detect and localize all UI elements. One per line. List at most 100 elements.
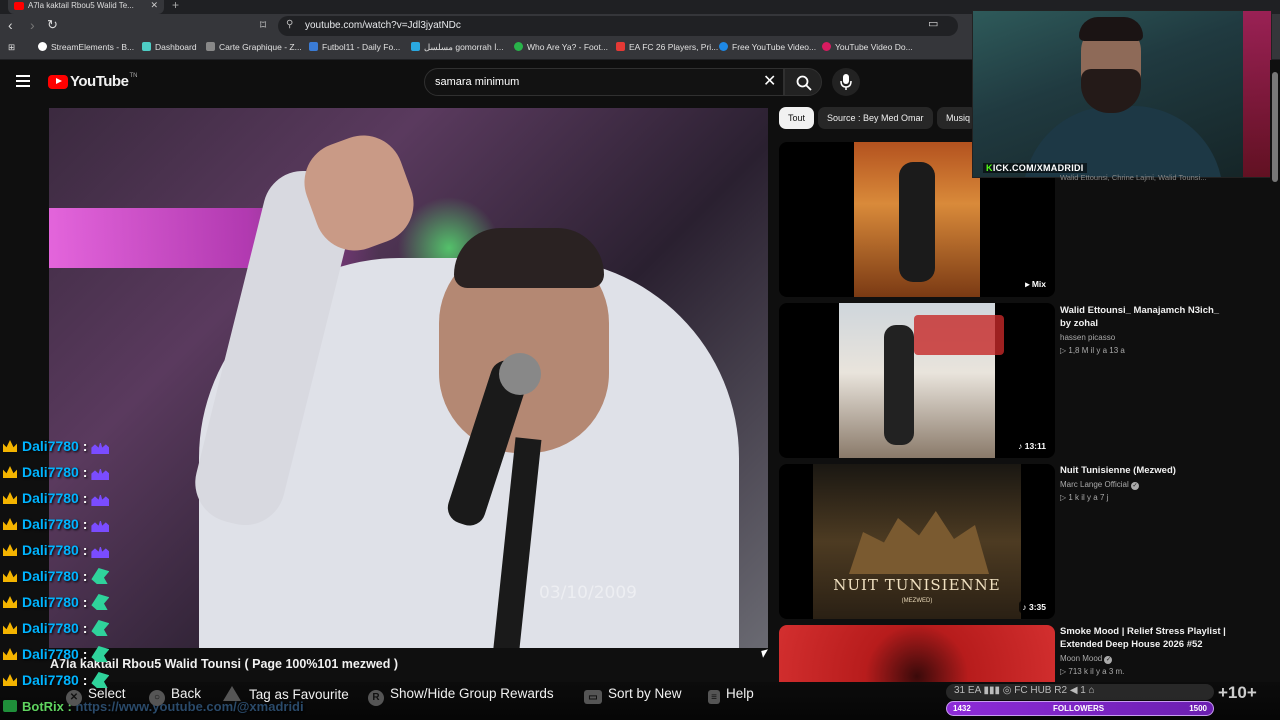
cross-button-icon: ✕ — [66, 690, 82, 706]
back-hint: ○ Back — [149, 686, 201, 706]
page-scrollbar[interactable] — [1270, 60, 1280, 682]
chip-musique[interactable]: Musiq — [937, 107, 977, 129]
youtube-favicon-icon — [14, 2, 24, 10]
followers-current: 1432 — [953, 704, 971, 713]
recommendation-thumbnail[interactable] — [779, 625, 1055, 682]
bookmark-free-youtube[interactable]: Free YouTube Video... — [719, 42, 816, 52]
kick-channel-label: KICK.COM/XMADRIDI — [983, 163, 1087, 173]
crown-icon — [3, 570, 17, 582]
shop-icon — [206, 42, 215, 51]
video-duration: ♪ 3:35 — [1019, 601, 1049, 613]
bookmark-who-are-ya[interactable]: Who Are Ya? - Foot... — [514, 42, 608, 52]
streamer-hair — [1079, 17, 1143, 41]
bookmark-icon[interactable]: ⌑ — [260, 18, 266, 32]
recommendation-channel[interactable]: Marc Lange Official ✓ — [1060, 480, 1140, 490]
recommendation-channel: Walid Ettounsi, Chrine Lajmi, Walid Toun… — [1060, 173, 1207, 182]
video-player[interactable]: 03/10/2009 — [49, 108, 768, 648]
bookmark-gomorrah[interactable]: مسلسل gomorrah ا... — [411, 42, 504, 53]
audio-icon: ♪ — [1022, 602, 1029, 612]
cast-icon[interactable]: ▭ — [928, 17, 938, 30]
chat-message: Dali7780 : — [3, 464, 110, 484]
ps-status-icons: 31 EA ▮▮▮ ◎ FC HUB R2 ◀ 1 ⌂ — [946, 684, 1214, 700]
video-duration: ♪ 13:11 — [1015, 440, 1049, 452]
recommendation-thumbnail[interactable]: ♪ 13:11 — [779, 303, 1055, 458]
chip-tout[interactable]: Tout — [779, 107, 815, 129]
recommendation-thumbnail[interactable]: NUIT TUNISIENNE (MEZWED) ♪ 3:35 — [779, 464, 1055, 619]
plus-ten-label: +10+ — [1218, 683, 1257, 702]
r-button-icon: R — [368, 690, 384, 706]
reload-icon[interactable]: ↻ — [47, 17, 58, 33]
chat-message: Dali7780 : — [3, 594, 110, 614]
chat-message: Dali7780 : — [3, 490, 110, 510]
bookmark-dashboard[interactable]: Dashboard — [142, 42, 197, 52]
botrix-icon — [3, 700, 17, 712]
search-icon — [796, 75, 812, 91]
emote-icon — [91, 467, 110, 480]
recommendation-meta: ▷ 1,8 M il y a 13 a — [1060, 346, 1125, 355]
crown-icon — [3, 674, 17, 686]
clear-search-icon[interactable]: ✕ — [763, 71, 776, 91]
crown-icon — [3, 596, 17, 608]
back-arrow-icon[interactable]: ‹ — [8, 17, 13, 33]
bookmark-streamelements[interactable]: StreamElements - B... — [38, 42, 134, 52]
mix-badge: ▸ Mix — [1022, 278, 1049, 291]
new-tab-icon[interactable]: + — [172, 0, 179, 12]
thumbnail-figure — [884, 325, 914, 445]
youtube-logo[interactable]: YouTubeTN — [48, 73, 137, 91]
hamburger-menu-icon[interactable] — [16, 75, 30, 87]
bookmark-futbol11[interactable]: Futbol11 - Daily Fo... — [309, 42, 400, 52]
circle-button-icon: ○ — [149, 690, 165, 706]
emote-icon — [91, 519, 110, 532]
site-info-icon[interactable]: ⚲ — [286, 19, 293, 30]
crown-icon — [3, 440, 17, 452]
emote-icon — [91, 441, 110, 454]
crown-icon — [3, 466, 17, 478]
followers-label: FOLLOWERS — [1053, 704, 1105, 713]
crown-icon — [3, 518, 17, 530]
bookmark-carte-graphique[interactable]: Carte Graphique - Z... — [206, 42, 302, 52]
recommendation-meta: ▷ 713 k il y a 3 m. — [1060, 667, 1125, 676]
tab-close-icon[interactable]: ✕ — [150, 0, 158, 11]
touchpad-button-icon: ▭ — [584, 690, 602, 704]
youtube-play-icon — [48, 74, 68, 89]
audio-icon: ♪ — [1018, 441, 1025, 451]
triangle-button-icon — [223, 686, 241, 701]
thumbnail-subtext: (MEZWED) — [901, 598, 933, 604]
search-button[interactable] — [784, 68, 822, 96]
bookmark-ea-fc[interactable]: EA FC 26 Players, Pri... — [616, 42, 718, 52]
scroll-thumb[interactable] — [1272, 72, 1278, 182]
recommendation-channel[interactable]: hassen picasso — [1060, 333, 1115, 342]
streamer-webcam: KICK.COM/XMADRIDI — [972, 10, 1272, 178]
thumbnail-text: NUIT TUNISIENNE — [833, 576, 1001, 594]
voice-search-button[interactable] — [832, 68, 860, 96]
mix-icon: ▸ — [1025, 279, 1032, 289]
search-input[interactable]: samara minimum — [424, 68, 784, 96]
browser-tab[interactable]: A7la kaktail Rbou5 Walid Te... ✕ — [8, 0, 164, 14]
recommendation-title[interactable]: Smoke Mood | Relief Stress Playlist | Ex… — [1060, 625, 1230, 651]
chat-message: Dali7780 : — [3, 568, 110, 588]
forward-arrow-icon[interactable]: › — [30, 17, 35, 33]
crown-icon — [3, 648, 17, 660]
microphone-head — [499, 353, 541, 395]
emote-icon — [91, 646, 110, 662]
tab-title: A7la kaktail Rbou5 Walid Te... — [28, 1, 134, 10]
chip-source[interactable]: Source : Bey Med Omar — [818, 107, 933, 129]
address-bar[interactable]: ⚲ youtube.com/watch?v=Jdl3jyatNDc — [278, 16, 958, 36]
select-hint: ✕ Select — [66, 686, 126, 706]
recommendation-title[interactable]: Walid Ettounsi_ Manajamch N3ich_ by zoha… — [1060, 304, 1230, 330]
thumbnail-flag — [914, 315, 1004, 355]
apps-grid-icon[interactable]: ⊞ — [8, 42, 15, 53]
chat-message: Dali7780 : — [3, 646, 110, 666]
bookmark-youtube-video-do[interactable]: YouTube Video Do... — [822, 42, 913, 52]
rgb-light — [1243, 11, 1271, 177]
emote-icon — [91, 620, 110, 636]
chat-message: Dali7780 : — [3, 542, 110, 562]
emote-icon — [91, 493, 110, 506]
recommendation-meta: ▷ 1 k il y a 7 j — [1060, 493, 1109, 502]
recommendation-title[interactable]: Nuit Tunisienne (Mezwed) — [1060, 464, 1230, 477]
chat-message: Dali7780 : — [3, 620, 110, 640]
youtube-icon — [822, 42, 831, 51]
followers-progress-bar: 1432 FOLLOWERS 1500 — [946, 701, 1214, 716]
recommendation-channel[interactable]: Moon Mood ✓ — [1060, 654, 1113, 664]
singer-hair — [454, 228, 604, 288]
